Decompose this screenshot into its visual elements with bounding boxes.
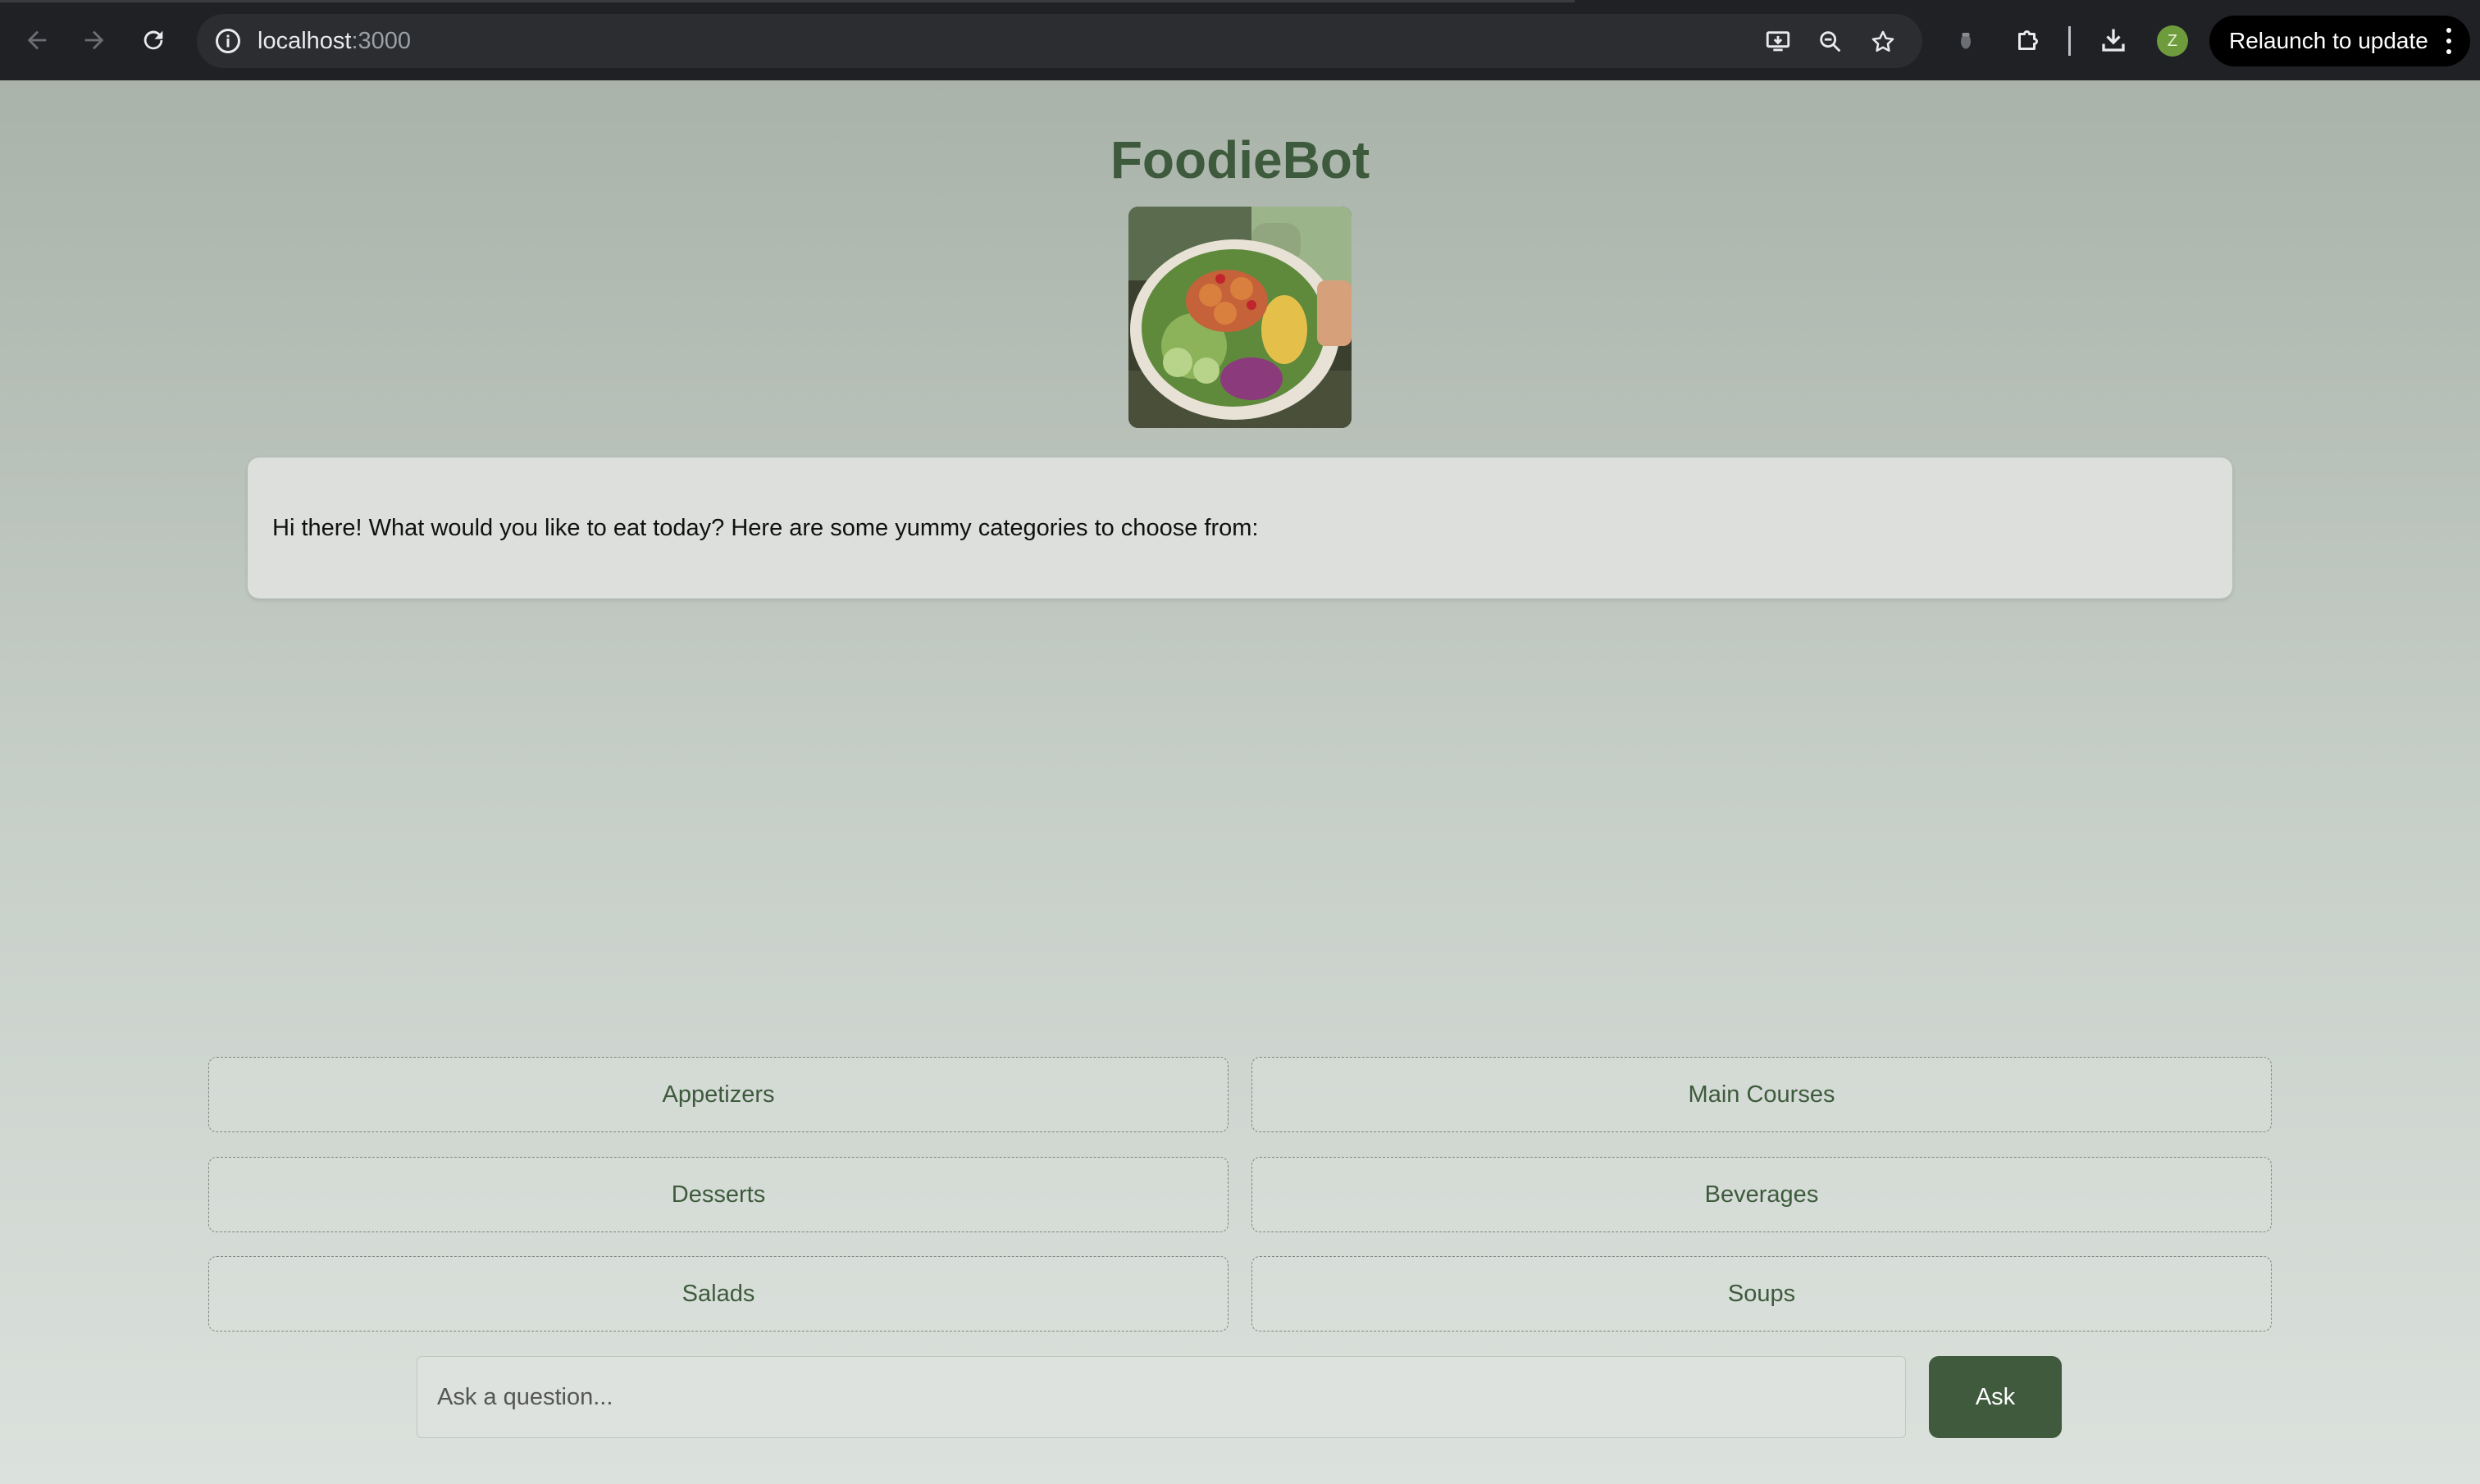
category-button-salads[interactable]: Salads <box>208 1256 1229 1332</box>
back-button[interactable] <box>18 21 56 59</box>
toolbar-divider <box>2068 26 2071 56</box>
arrow-right-icon <box>84 30 104 50</box>
star-icon <box>1871 30 1894 52</box>
food-image <box>1128 207 1352 428</box>
address-bar[interactable]: localhost:3000 <box>197 14 1922 68</box>
app-page: FoodieBot Hi there! What would you like … <box>0 80 2480 1484</box>
puzzle-icon <box>2018 30 2038 50</box>
profile-avatar[interactable]: Z <box>2157 25 2188 57</box>
category-button-main-courses[interactable]: Main Courses <box>1251 1057 2272 1132</box>
question-input[interactable] <box>417 1356 1906 1438</box>
salad-bowl-image <box>1128 207 1352 428</box>
page-title: FoodieBot <box>1110 130 1370 189</box>
extension-button[interactable] <box>1947 21 1985 59</box>
category-button-beverages[interactable]: Beverages <box>1251 1157 2272 1232</box>
reload-icon <box>144 30 163 50</box>
url-port: :3000 <box>351 28 412 54</box>
browser-toolbar: localhost:3000 Z Relaunch to update <box>0 0 2480 80</box>
forward-button[interactable] <box>75 21 113 59</box>
relaunch-update-button[interactable]: Relaunch to update <box>2209 16 2470 66</box>
bot-message-bubble: Hi there! What would you like to eat tod… <box>248 457 2232 599</box>
url-host: localhost <box>258 28 352 54</box>
ask-button[interactable]: Ask <box>1929 1356 2062 1438</box>
bookmark-button[interactable] <box>1867 25 1899 58</box>
category-button-appetizers[interactable]: Appetizers <box>208 1057 1229 1132</box>
reload-button[interactable] <box>134 21 172 59</box>
extensions-menu-button[interactable] <box>2009 21 2047 59</box>
downloads-button[interactable] <box>2095 21 2132 59</box>
category-button-soups[interactable]: Soups <box>1251 1256 2272 1332</box>
bot-greeting-text: Hi there! What would you like to eat tod… <box>272 515 1259 541</box>
zoom-out-icon <box>1820 31 1841 52</box>
extension-acorn-icon <box>1961 33 1971 49</box>
category-button-desserts[interactable]: Desserts <box>208 1157 1229 1232</box>
zoom-button[interactable] <box>1814 25 1847 58</box>
relaunch-label: Relaunch to update <box>2229 28 2428 53</box>
more-vert-icon[interactable] <box>2446 28 2452 54</box>
tab-strip <box>0 0 1575 2</box>
install-app-button[interactable] <box>1762 25 1794 58</box>
install-icon <box>1766 31 1790 52</box>
site-info-icon[interactable] <box>213 26 243 56</box>
download-icon <box>2102 29 2125 52</box>
url-text: localhost:3000 <box>258 28 411 55</box>
arrow-left-icon <box>27 30 47 50</box>
